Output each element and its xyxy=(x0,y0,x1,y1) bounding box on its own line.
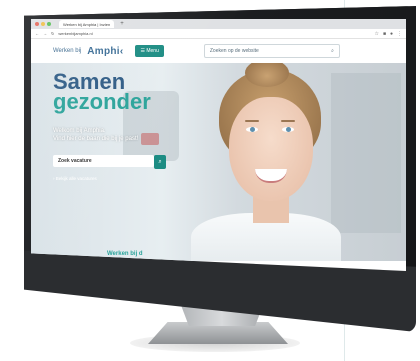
bottom-teaser-heading: Werken bij d xyxy=(107,251,143,257)
maximize-window-dot[interactable] xyxy=(47,22,51,26)
site-search-input[interactable]: Zoeken op de website ⌕ xyxy=(203,44,340,58)
vacancy-search-placeholder: Zoek vacature xyxy=(58,158,92,164)
browser-tab-bar: Werken bij Amphia | Inzien + xyxy=(31,19,406,29)
profile-icon[interactable]: ● xyxy=(390,31,393,37)
minimize-window-dot[interactable] xyxy=(41,22,45,26)
bookmark-star-icon[interactable]: ☆ xyxy=(374,31,378,37)
search-icon: ⌕ xyxy=(158,158,162,165)
back-icon[interactable]: ← xyxy=(35,31,39,36)
address-bar: ← → ↻ werkenbijamphia.nl ☆ ■ ● ⋮ xyxy=(31,29,406,39)
person-face xyxy=(229,97,313,201)
background-monitor-light xyxy=(141,133,159,145)
reload-icon[interactable]: ↻ xyxy=(51,31,54,36)
site-search-placeholder: Zoeken op de website xyxy=(209,48,259,54)
person-right-eye xyxy=(282,127,294,132)
browser-tab[interactable]: Werken bij Amphia | Inzien xyxy=(59,20,115,28)
all-vacancies-link[interactable]: › Bekijk alle vacatures xyxy=(53,176,97,181)
hero-intro-line1: Welkom bij Amphia. xyxy=(53,128,106,134)
extension-icon[interactable]: ■ xyxy=(383,31,386,37)
vacancy-search-button[interactable]: ⌕ xyxy=(154,155,166,169)
hero-intro: Welkom bij Amphia. Vind hier de baan die… xyxy=(53,127,138,144)
hero-banner: Samen gezonder Welkom bij Amphia. Vind h… xyxy=(31,63,406,261)
amphia-logo[interactable]: Amphi‹ xyxy=(87,46,123,57)
more-menu-icon[interactable]: ⋮ xyxy=(397,31,402,37)
browser-toolbar-icons: ☆ ■ ● ⋮ xyxy=(374,31,402,37)
site-header: Werken bij Amphi‹ ☰ Menu Zoeken op de we… xyxy=(31,39,406,63)
hero-intro-line2: Vind hier de baan die bij je past! xyxy=(53,136,139,143)
all-vacancies-label: Bekijk alle vacatures xyxy=(55,176,97,181)
background-shelf xyxy=(331,73,401,233)
brand-prefix: Werken bij xyxy=(53,48,82,54)
browser-window: Werken bij Amphia | Inzien + ← → ↻ werke… xyxy=(31,19,406,271)
close-window-dot[interactable] xyxy=(35,22,39,26)
hero-headline-line2: gezonder xyxy=(53,89,151,114)
person-right-brow xyxy=(281,120,295,122)
person-left-eye xyxy=(246,127,258,132)
vacancy-search-input[interactable]: Zoek vacature xyxy=(53,155,154,167)
chevron-right-icon: › xyxy=(53,176,55,181)
monitor: Werken bij Amphia | Inzien + ← → ↻ werke… xyxy=(24,6,416,332)
browser-tab-title: Werken bij Amphia | Inzien xyxy=(63,21,111,27)
forward-icon[interactable]: → xyxy=(43,31,47,36)
url-field[interactable]: werkenbijamphia.nl xyxy=(58,31,92,36)
new-tab-button[interactable]: + xyxy=(120,21,124,27)
search-icon[interactable]: ⌕ xyxy=(331,48,334,54)
person-left-brow xyxy=(245,120,259,122)
menu-button[interactable]: ☰ Menu xyxy=(135,45,164,57)
